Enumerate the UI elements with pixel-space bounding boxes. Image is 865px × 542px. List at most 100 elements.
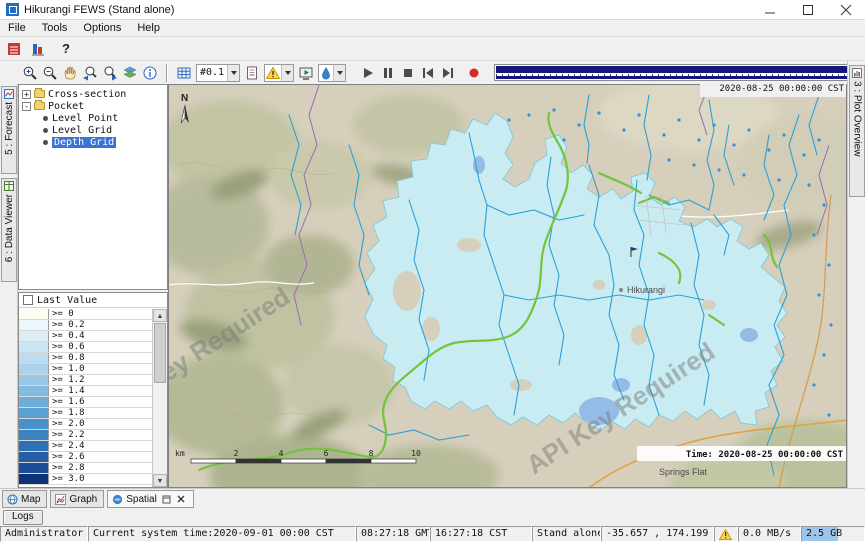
timeline-slider[interactable]	[494, 64, 865, 81]
stop-button[interactable]	[398, 63, 418, 83]
close-button[interactable]	[827, 0, 865, 20]
menu-tools[interactable]: Tools	[34, 21, 76, 35]
svg-text:8: 8	[369, 449, 374, 458]
right-tab-strip: 3 : Plot Overview	[847, 61, 865, 488]
legend-color-swatch	[19, 441, 49, 451]
chevron-down-icon[interactable]	[227, 65, 239, 81]
window-title: Hikurangi FEWS (Stand alone)	[24, 4, 174, 16]
chart-icon	[55, 494, 66, 505]
legend-row[interactable]: >= 0.6	[19, 342, 152, 353]
float-panel-icon[interactable]	[161, 494, 172, 505]
database-icon[interactable]	[28, 39, 48, 59]
legend-label: >= 1.8	[49, 408, 85, 418]
tab-plot-overview[interactable]: 3 : Plot Overview	[849, 65, 865, 197]
explorer-icon[interactable]	[4, 39, 24, 59]
legend-color-swatch	[19, 386, 49, 396]
legend-row[interactable]: >= 2.0	[19, 419, 152, 430]
tree-item-level-grid[interactable]: Level Grid	[19, 124, 167, 136]
tree-item-pocket[interactable]: - Pocket	[19, 100, 167, 112]
legend-row[interactable]: >= 0.2	[19, 320, 152, 331]
interval-combo[interactable]: #0.1	[196, 64, 240, 82]
svg-text:Time: 2020-08-25 00:00:00 CST: Time: 2020-08-25 00:00:00 CST	[686, 449, 844, 460]
legend-row[interactable]: >= 2.2	[19, 430, 152, 441]
tab-graph[interactable]: Graph	[50, 490, 104, 508]
tab-graph-label: Graph	[69, 494, 97, 505]
map-canvas[interactable]: API Key Required API Key Required Hikura…	[168, 84, 847, 488]
legend-color-swatch	[19, 419, 49, 429]
step-forward-button[interactable]	[438, 63, 458, 83]
report-icon[interactable]	[242, 63, 262, 83]
tab-forecast[interactable]: 5 : Forecast	[1, 86, 17, 174]
tree-item-cross-section[interactable]: + Cross-section	[19, 88, 167, 100]
logs-button[interactable]: Logs	[3, 510, 43, 525]
menu-options[interactable]: Options	[75, 21, 129, 35]
legend-row[interactable]: >= 1.4	[19, 386, 152, 397]
menu-file[interactable]: File	[0, 21, 34, 35]
chevron-down-icon[interactable]	[333, 65, 345, 81]
expand-icon[interactable]: +	[22, 90, 31, 99]
legend-scrollbar[interactable]: ▲ ▼	[152, 309, 167, 487]
legend-row[interactable]: >= 0.4	[19, 331, 152, 342]
collapse-icon[interactable]: -	[22, 102, 31, 111]
help-button[interactable]: ?	[56, 39, 76, 59]
layers-icon[interactable]	[120, 63, 140, 83]
step-backward-button[interactable]	[418, 63, 438, 83]
legend-row[interactable]: >= 0.8	[19, 353, 152, 364]
legend-label: >= 2.8	[49, 463, 85, 473]
legend-color-swatch	[19, 342, 49, 352]
status-gmt-time: 08:27:18 GMT	[356, 526, 430, 542]
legend-color-swatch	[19, 309, 49, 319]
legend-row[interactable]: >= 1.8	[19, 408, 152, 419]
svg-text:km: km	[175, 449, 185, 458]
legend-row[interactable]: >= 1.6	[19, 397, 152, 408]
legend-title: Last Value	[37, 295, 97, 306]
zoom-previous-icon[interactable]	[80, 63, 100, 83]
legend-color-swatch	[19, 430, 49, 440]
legend-row[interactable]: >= 1.0	[19, 364, 152, 375]
place-label-hikurangi: Hikurangi	[627, 285, 665, 295]
minimize-button[interactable]	[751, 0, 789, 20]
tab-map[interactable]: Map	[2, 490, 47, 508]
status-warning[interactable]	[714, 526, 738, 542]
legend-row[interactable]: >= 3.0	[19, 474, 152, 485]
tab-data-viewer[interactable]: 6 : Data Viewer	[1, 178, 17, 282]
tab-spatial[interactable]: Spatial	[107, 490, 194, 508]
legend-row[interactable]: >= 0	[19, 309, 152, 320]
tree-item-level-point[interactable]: Level Point	[19, 112, 167, 124]
gauge-combo[interactable]	[318, 64, 346, 82]
tree-item-depth-grid[interactable]: Depth Grid	[19, 136, 167, 148]
main-toolbar: ?	[0, 37, 865, 61]
animation-player-icon[interactable]	[296, 63, 316, 83]
grid-display-icon[interactable]	[174, 63, 194, 83]
last-value-checkbox[interactable]	[23, 295, 33, 305]
play-button[interactable]	[358, 63, 378, 83]
scroll-down-icon[interactable]: ▼	[153, 474, 167, 487]
scroll-up-icon[interactable]: ▲	[153, 309, 167, 322]
layer-node-icon	[43, 140, 48, 145]
legend-color-swatch	[19, 364, 49, 374]
app-logo-icon	[6, 3, 19, 16]
zoom-in-icon[interactable]	[20, 63, 40, 83]
zoom-out-icon[interactable]	[40, 63, 60, 83]
legend-row[interactable]: >= 1.2	[19, 375, 152, 386]
info-icon[interactable]	[140, 63, 160, 83]
legend-label: >= 1.4	[49, 386, 85, 396]
warning-combo[interactable]	[264, 64, 294, 82]
pan-hand-icon[interactable]	[60, 63, 80, 83]
zoom-next-icon[interactable]	[100, 63, 120, 83]
tree-item-label: Cross-section	[48, 89, 126, 100]
chevron-down-icon[interactable]	[281, 65, 293, 81]
legend-label: >= 2.4	[49, 441, 85, 451]
pause-button[interactable]	[378, 63, 398, 83]
maximize-button[interactable]	[789, 0, 827, 20]
legend-row[interactable]: >= 2.6	[19, 452, 152, 463]
map-time-label: Time: 2020-08-25 00:00:00 CST	[637, 446, 847, 461]
scrollbar-thumb[interactable]	[154, 323, 166, 383]
data-viewer-icon	[4, 181, 14, 191]
legend-row[interactable]: >= 2.8	[19, 463, 152, 474]
legend-row[interactable]: >= 2.4	[19, 441, 152, 452]
record-button[interactable]	[464, 63, 484, 83]
layer-node-icon	[43, 116, 48, 121]
close-tab-icon[interactable]	[176, 494, 187, 505]
menu-help[interactable]: Help	[129, 21, 168, 35]
